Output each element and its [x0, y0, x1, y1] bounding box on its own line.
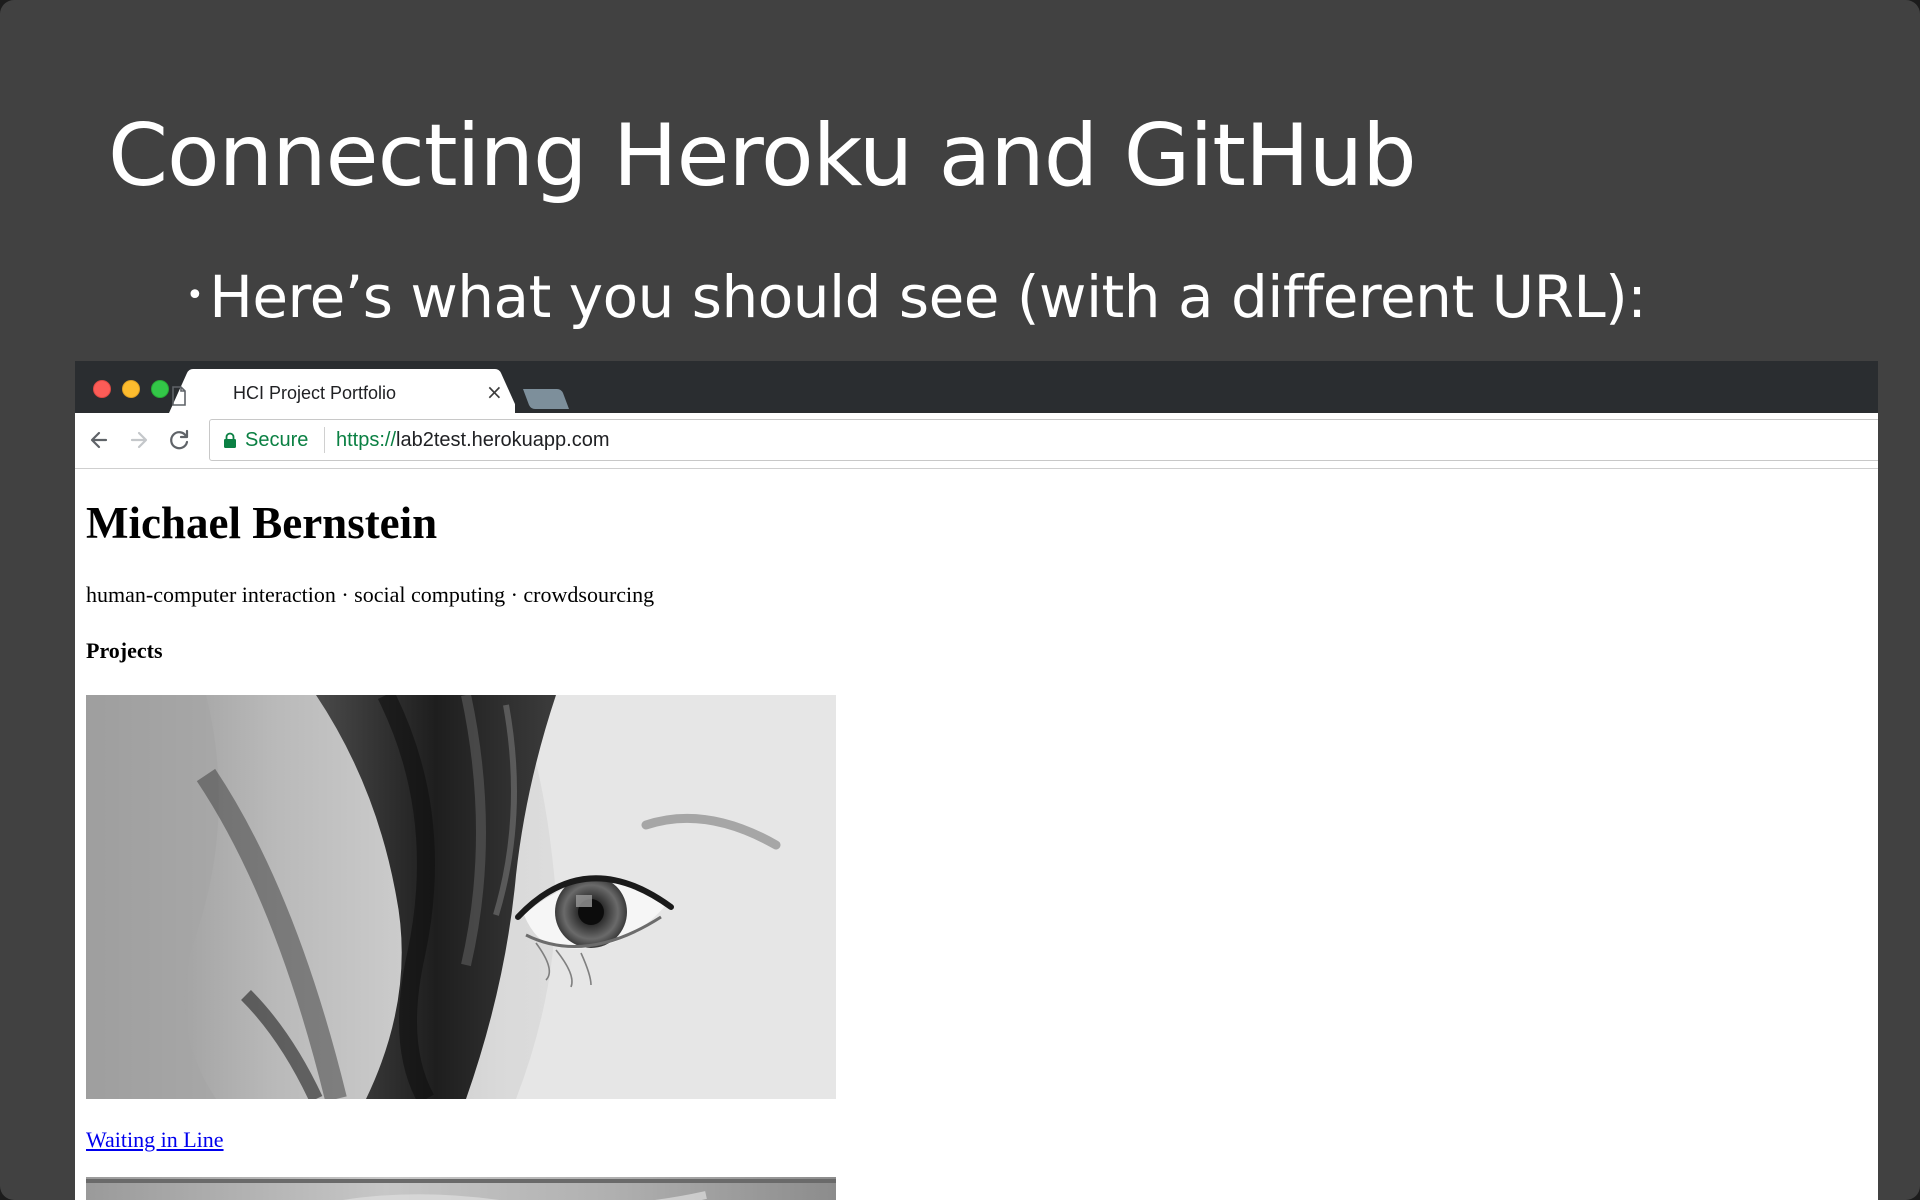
page-title: Michael Bernstein — [86, 498, 438, 548]
tab-title: HCI Project Portfolio — [233, 383, 397, 403]
address-bar[interactable]: Secure https://lab2test.herokuapp.com — [209, 419, 1878, 461]
lock-icon — [224, 432, 236, 448]
project-image-2[interactable] — [86, 1177, 836, 1200]
reload-icon[interactable] — [165, 426, 193, 454]
url-host: lab2test.herokuapp.com — [396, 429, 610, 451]
arrow-left-icon[interactable] — [85, 426, 113, 454]
slide-bullet: • Here’s what you should see (with a diff… — [186, 256, 1647, 337]
project-photo-eye — [86, 695, 836, 1099]
new-tab-button[interactable] — [521, 385, 571, 413]
secure-label[interactable]: Secure — [245, 429, 308, 452]
project-image[interactable] — [86, 695, 836, 1099]
page-tagline: human-computer interaction · social comp… — [86, 582, 655, 607]
web-page: Michael Bernstein human-computer interac… — [75, 469, 1878, 1200]
url-scheme: https:// — [336, 429, 397, 451]
tab-strip: HCI Project Portfolio × — [75, 361, 1878, 413]
project-link[interactable]: Waiting in Line — [86, 1126, 224, 1154]
url-text[interactable]: https://lab2test.herokuapp.com — [336, 429, 610, 452]
address-divider — [324, 427, 325, 453]
page-icon — [172, 386, 186, 406]
browser-toolbar: Secure https://lab2test.herokuapp.com — [75, 413, 1878, 469]
tab-close-icon[interactable]: × — [486, 381, 503, 403]
bullet-text: Here’s what you should see (with a diffe… — [209, 263, 1647, 331]
project-photo-2 — [86, 1177, 836, 1200]
arrow-right-icon[interactable] — [125, 426, 153, 454]
bullet-marker: • — [186, 278, 204, 313]
projects-heading: Projects — [86, 638, 163, 663]
slide: Connecting Heroku and GitHub • Here’s wha… — [0, 0, 1920, 1200]
slide-title: Connecting Heroku and GitHub — [108, 106, 1417, 206]
browser-window: HCI Project Portfolio × Secure https://l… — [75, 361, 1878, 1200]
